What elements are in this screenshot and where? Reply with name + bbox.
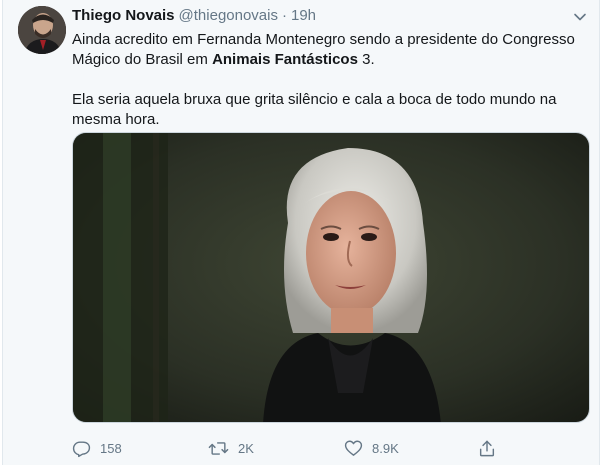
tweet-actions: 158 2K 8.9K [72, 436, 502, 460]
timestamp[interactable]: 19h [291, 7, 316, 24]
chevron-down-icon [574, 13, 586, 21]
tweet-photo[interactable] [72, 132, 590, 423]
more-options-button[interactable] [571, 8, 589, 26]
retweet-count: 2K [238, 440, 254, 456]
tweet-text: Ainda acredito em Fernanda Montenegro se… [72, 30, 592, 130]
share-button[interactable] [478, 436, 496, 460]
share-icon [479, 440, 495, 456]
photo-portrait [73, 133, 589, 422]
like-button[interactable]: 8.9K [344, 436, 399, 460]
like-icon [344, 440, 363, 456]
reply-button[interactable]: 158 [72, 436, 122, 460]
reply-icon [72, 440, 91, 457]
tweet-paragraph-2: Ela seria aquela bruxa que grita silênci… [72, 91, 557, 128]
author-handle[interactable]: @thiegonovais [179, 7, 278, 24]
tweet-card[interactable]: Thiego Novais @thiegonovais · 19h Ainda … [2, 0, 600, 465]
separator-dot: · [282, 7, 287, 24]
text-segment-end: 3. [357, 51, 375, 68]
tweet-paragraph-1: Ainda acredito em Fernanda Montenegro se… [72, 30, 592, 70]
tweet-header: Thiego Novais @thiegonovais · 19h [72, 7, 316, 27]
avatar[interactable] [18, 6, 66, 54]
author-name[interactable]: Thiego Novais [72, 7, 175, 24]
retweet-button[interactable]: 2K [208, 436, 254, 460]
like-count: 8.9K [372, 440, 399, 456]
text-bold-segment: Animais Fantásticos [212, 51, 358, 68]
reply-count: 158 [100, 440, 122, 456]
retweet-icon [208, 441, 229, 455]
avatar-image [18, 6, 66, 54]
